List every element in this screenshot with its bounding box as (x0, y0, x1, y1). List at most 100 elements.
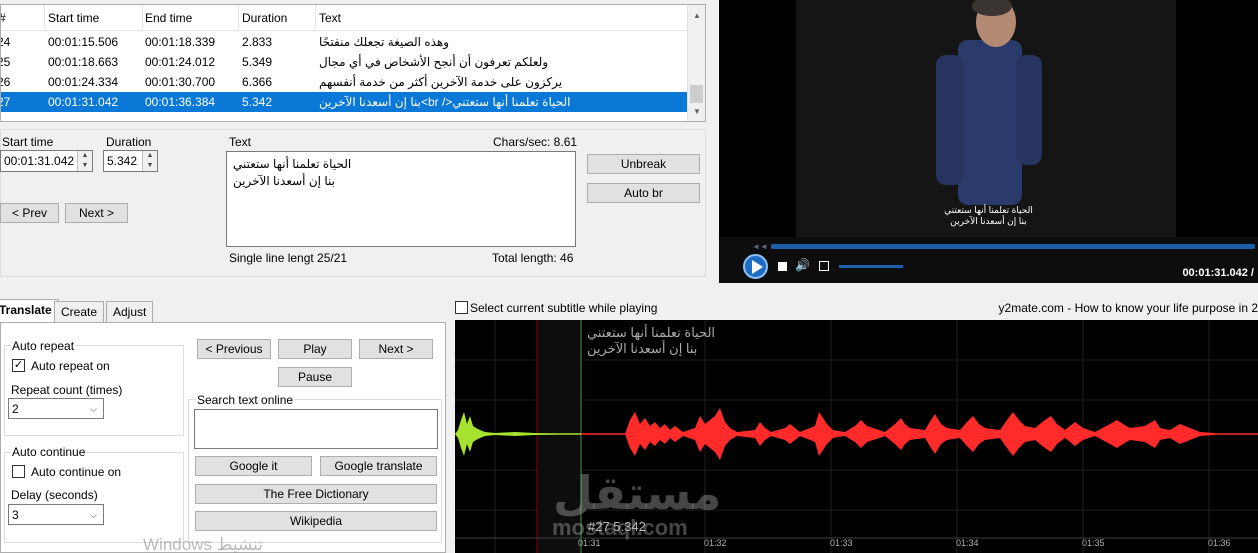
windows-activation-text: Windows تنشيط (143, 535, 263, 553)
next-button[interactable]: Next > (65, 203, 128, 223)
row-start: 00:01:24.334 (48, 75, 119, 89)
auto-repeat-checkbox[interactable]: ✓ (12, 359, 25, 372)
auto-br-button[interactable]: Auto br (587, 183, 700, 203)
row-end: 00:01:24.012 (145, 55, 216, 69)
previous-button[interactable]: < Previous (197, 339, 271, 359)
col-header-duration[interactable]: Duration (239, 5, 316, 31)
auto-continue-title: Auto continue (11, 445, 87, 459)
tick-label: 01:32 (704, 538, 727, 548)
row-number: 26 (1, 75, 11, 89)
col-header-text[interactable]: Text (316, 5, 687, 31)
volume-icon[interactable]: 🔊 (795, 258, 810, 272)
row-text: ولعلكم تعرفون أن أنجح الأشخاص في أي مجال (319, 55, 549, 69)
tick-label: 01:36 (1208, 538, 1231, 548)
start-time-stepper[interactable]: ▲ ▼ (77, 151, 92, 171)
table-row-selected[interactable]: 27 00:01:31.042 00:01:36.384 5.342 بنا إ… (1, 92, 687, 112)
speaker-figure (936, 0, 1042, 205)
video-controls: ◄◄ 🔊 00:01:31.042 / (719, 237, 1258, 283)
row-end: 00:01:36.384 (145, 95, 216, 109)
duration-stepper[interactable]: ▲ ▼ (142, 151, 157, 171)
row-text: وهذه الصيغة تجعلك منفتحًا (319, 35, 450, 49)
col-header-start[interactable]: Start time (45, 5, 143, 31)
table-row[interactable]: 26 00:01:24.334 00:01:30.700 6.366 يركزو… (1, 72, 687, 92)
video-position-bar[interactable] (771, 244, 1255, 249)
row-duration: 6.366 (242, 75, 273, 89)
video-time: 00:01:31.042 / (1182, 267, 1254, 279)
auto-continue-checkbox[interactable] (12, 465, 25, 478)
next-subtitle-button[interactable]: Next > (359, 339, 433, 359)
fullscreen-icon[interactable] (819, 261, 829, 271)
table-row[interactable]: 24 00:01:15.506 00:01:18.339 2.833 وهذه … (1, 32, 687, 52)
prev-button[interactable]: < Prev (0, 203, 59, 223)
text-line-2: بنا إن أسعدنا الآخرين (233, 174, 335, 188)
down-arrow-icon[interactable]: ▼ (143, 161, 157, 171)
scroll-up-icon[interactable]: ▲ (688, 7, 705, 25)
select-current-label: Select current subtitle while playing (470, 301, 658, 315)
video-subtitle-line-2: بنا إن أسعدنا الآخرين (950, 216, 1027, 226)
start-time-input[interactable]: 00:01:31.042 ▲ ▼ (0, 150, 93, 172)
free-dictionary-button[interactable]: The Free Dictionary (195, 484, 437, 504)
tick-label: 01:33 (830, 538, 853, 548)
text-label: Text (229, 135, 252, 149)
duration-label: Duration (106, 135, 152, 149)
rewind-icon[interactable]: ◄◄ (752, 242, 768, 251)
grid-header: # Start time End time Duration Text (1, 5, 687, 31)
row-end: 00:01:18.339 (145, 35, 216, 49)
text-line-1: الحياة تعلمنا أنها ستعتني (233, 157, 352, 171)
start-time-value: 00:01:31.042 (4, 154, 75, 168)
row-number: 27 (1, 95, 11, 109)
play-icon (752, 260, 763, 274)
total-length: Total length: 46 (492, 251, 574, 265)
waveform-subtitle: الحياة تعلمنا أنها ستعتني بنا إن أسعدنا … (587, 325, 715, 357)
table-row[interactable]: 25 00:01:18.663 00:01:24.012 5.349 ولعلك… (1, 52, 687, 72)
duration-input[interactable]: 5.342 ▲ ▼ (103, 150, 158, 172)
delay-select[interactable]: 3 ⌵ (8, 504, 104, 525)
play-button[interactable] (743, 254, 768, 279)
row-text: بنا إن أسعدنا الآخرين<br />الحياة تعلمنا… (319, 95, 571, 109)
tab-create[interactable]: Create (54, 301, 105, 323)
down-arrow-icon[interactable]: ▼ (78, 161, 92, 171)
repeat-count-label: Repeat count (times) (11, 383, 123, 397)
start-time-label: Start time (2, 135, 54, 149)
volume-slider[interactable] (839, 265, 903, 268)
tick-label: 01:35 (1082, 538, 1105, 548)
google-it-button[interactable]: Google it (195, 456, 312, 476)
google-translate-button[interactable]: Google translate (320, 456, 437, 476)
col-header-end[interactable]: End time (143, 5, 239, 31)
row-text: يركزون على خدمة الآخرين أكثر من خدمة أنف… (319, 75, 563, 89)
up-arrow-icon[interactable]: ▲ (78, 151, 92, 161)
grid-scrollbar[interactable]: ▲ ▼ (687, 5, 705, 121)
row-start: 00:01:31.042 (48, 95, 119, 109)
select-current-checkbox[interactable] (455, 301, 468, 314)
unbreak-button[interactable]: Unbreak (587, 154, 700, 174)
col-header-number[interactable]: # (1, 5, 45, 31)
scroll-thumb[interactable] (690, 85, 703, 103)
row-duration: 2.833 (242, 35, 273, 49)
watermark-brand-en: mostaql.com (552, 515, 688, 540)
video-subtitle-line-1: الحياة تعلمنا أنها ستعتني (944, 205, 1033, 215)
pause-button[interactable]: Pause (278, 367, 352, 387)
scroll-down-icon[interactable]: ▼ (688, 103, 705, 121)
auto-continue-on-label: Auto continue on (31, 465, 122, 479)
auto-repeat-title: Auto repeat (11, 339, 76, 353)
row-duration: 5.349 (242, 55, 273, 69)
play-subtitle-button[interactable]: Play (278, 339, 352, 359)
tab-translate[interactable]: Translate (0, 299, 59, 323)
wikipedia-button[interactable]: Wikipedia (195, 511, 437, 531)
video-file-name: y2mate.com - How to know your life purpo… (998, 301, 1258, 315)
single-line-length: Single line lengt 25/21 (229, 251, 348, 265)
row-duration: 5.342 (242, 95, 273, 109)
up-arrow-icon[interactable]: ▲ (143, 151, 157, 161)
row-number: 25 (1, 55, 11, 69)
row-end: 00:01:30.700 (145, 75, 216, 89)
subtitle-grid[interactable]: # Start time End time Duration Text 24 0… (0, 4, 706, 122)
repeat-count-select[interactable]: 2 ⌵ (8, 398, 104, 419)
row-start: 00:01:18.663 (48, 55, 119, 69)
subtitle-text-editor[interactable]: الحياة تعلمنا أنها ستعتني بنا إن أسعدنا … (226, 151, 576, 247)
tick-label: 01:34 (956, 538, 979, 548)
search-text-input[interactable] (194, 409, 438, 449)
tab-adjust[interactable]: Adjust (106, 301, 154, 323)
chevron-down-icon: ⌵ (90, 404, 97, 414)
stop-icon[interactable] (778, 262, 787, 271)
waveform-subtitle-line-2: بنا إن أسعدنا الآخرين (587, 341, 698, 356)
